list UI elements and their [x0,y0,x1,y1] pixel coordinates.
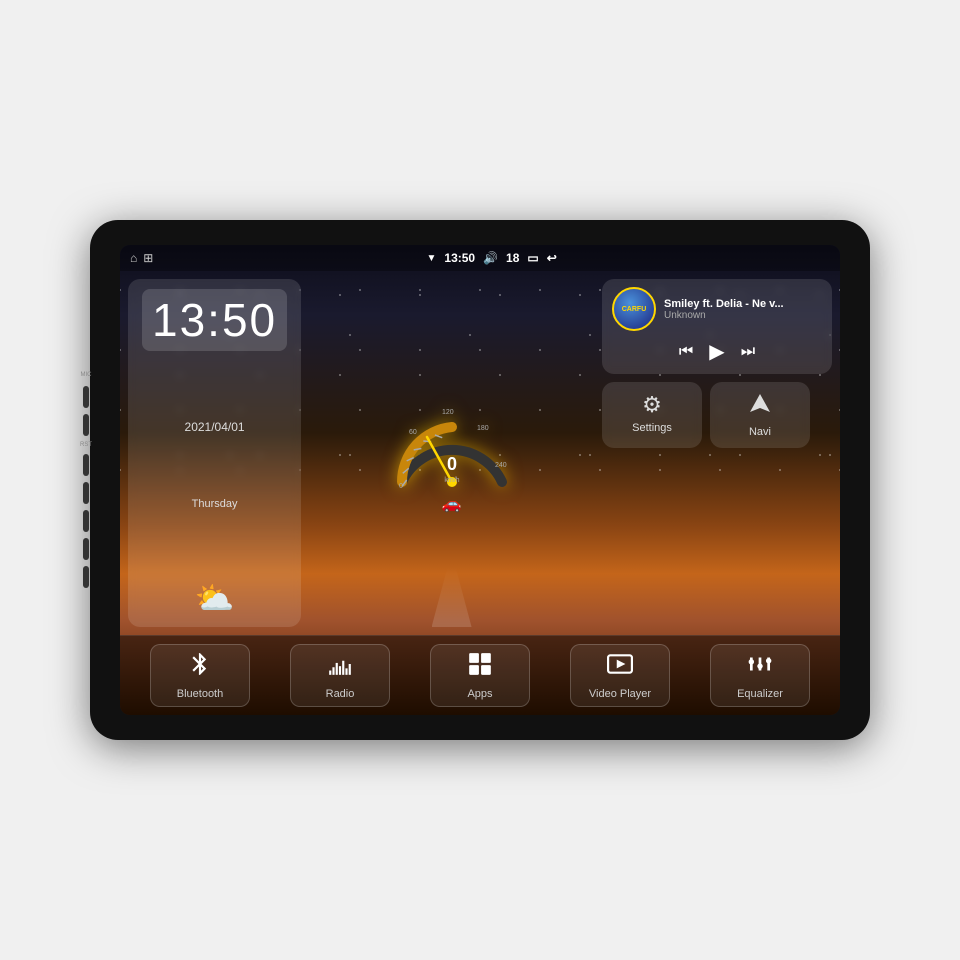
music-title: Smiley ft. Delia - Ne v... [664,298,822,310]
car-icon: 🚗 [442,494,462,514]
home-icon[interactable]: ⌂ [130,251,137,265]
status-time: 13:50 [444,251,475,265]
battery-icon: ▭ [527,251,538,265]
navi-icon [748,392,772,422]
music-top: CARFU Smiley ft. Delia - Ne v... Unknown [612,287,822,331]
svg-text:120: 120 [442,409,454,416]
settings-icon: ⚙ [642,392,662,418]
quick-access-row: ⚙ Settings Navi [602,382,832,448]
settings-button[interactable]: ⚙ Settings [602,382,702,448]
radio-label: Radio [326,688,355,700]
music-controls: ⏮ ▶ ⏭ [612,337,822,366]
svg-text:240: 240 [495,462,507,469]
bluetooth-icon [187,651,213,684]
speedometer-svg: 0 60 120 180 240 0 km/h [387,392,517,502]
rst-label: RST [80,442,92,448]
play-button[interactable]: ▶ [709,339,724,364]
svg-text:180: 180 [477,425,489,432]
navi-button[interactable]: Navi [710,382,810,448]
apps-dock-icon [467,651,493,684]
svg-text:km/h: km/h [444,477,459,484]
side-buttons: MIC RST [80,372,92,588]
apps-icon[interactable]: ⊞ [143,251,153,265]
navi-label: Navi [749,426,771,438]
side-button-app[interactable] [83,414,89,436]
clock-widget: 13:50 2021/04/01 Thursday ⛅ [128,279,301,627]
side-button-home[interactable] [83,386,89,408]
side-button-vol-down[interactable] [83,566,89,588]
dock-item-equalizer[interactable]: Equalizer [710,644,810,707]
status-bar: ⌂ ⊞ ▼ 13:50 🔊 18 ▭ ↩ [120,245,840,271]
music-info: Smiley ft. Delia - Ne v... Unknown [664,298,822,321]
status-bar-left: ⌂ ⊞ [130,251,153,265]
car-head-unit: MIC RST ⌂ ⊞ ▼ 13:50 🔊 18 ▭ ↩ [90,220,870,740]
dock-item-radio[interactable]: Radio [290,644,390,707]
svg-text:0: 0 [399,483,403,490]
music-widget[interactable]: CARFU Smiley ft. Delia - Ne v... Unknown… [602,279,832,374]
equalizer-label: Equalizer [737,688,783,700]
side-button-vol-up[interactable] [83,538,89,560]
album-label: CARFU [622,306,647,313]
weather-icon: ⛅ [142,579,287,617]
equalizer-icon [747,651,773,684]
road-illustration [432,567,472,627]
side-button-power[interactable] [83,454,89,476]
svg-text:60: 60 [409,429,417,436]
video-label: Video Player [589,688,651,700]
bottom-dock: Bluetooth [120,635,840,715]
screen: ⌂ ⊞ ▼ 13:50 🔊 18 ▭ ↩ 13:50 2021/04/01 [120,245,840,715]
main-area: 13:50 2021/04/01 Thursday ⛅ [120,271,840,715]
speed-widget: 0 60 120 180 240 0 km/h [309,279,594,627]
right-panel: CARFU Smiley ft. Delia - Ne v... Unknown… [602,279,832,627]
apps-label: Apps [467,688,492,700]
dock-item-apps[interactable]: Apps [430,644,530,707]
album-art: CARFU [612,287,656,331]
prev-button[interactable]: ⏮ [679,343,693,361]
volume-icon: 🔊 [483,251,498,265]
bluetooth-label: Bluetooth [177,688,223,700]
clock-time: 13:50 [142,289,287,351]
status-bar-center: ▼ 13:50 🔊 18 ▭ ↩ [426,251,556,265]
settings-label: Settings [632,422,672,434]
clock-date: 2021/04/01 [142,420,287,434]
dock-item-video[interactable]: Video Player [570,644,670,707]
video-icon [607,651,633,684]
side-button-back[interactable] [83,510,89,532]
clock-day: Thursday [142,498,287,510]
mic-label: MIC [81,372,92,378]
back-icon[interactable]: ↩ [547,251,557,265]
music-artist: Unknown [664,310,822,321]
svg-text:0: 0 [447,454,457,474]
next-button[interactable]: ⏭ [741,343,755,361]
side-button-home2[interactable] [83,482,89,504]
wifi-icon: ▼ [426,253,436,264]
dock-item-bluetooth[interactable]: Bluetooth [150,644,250,707]
volume-level: 18 [506,251,519,265]
content-row: 13:50 2021/04/01 Thursday ⛅ [120,271,840,635]
radio-icon [327,651,353,684]
